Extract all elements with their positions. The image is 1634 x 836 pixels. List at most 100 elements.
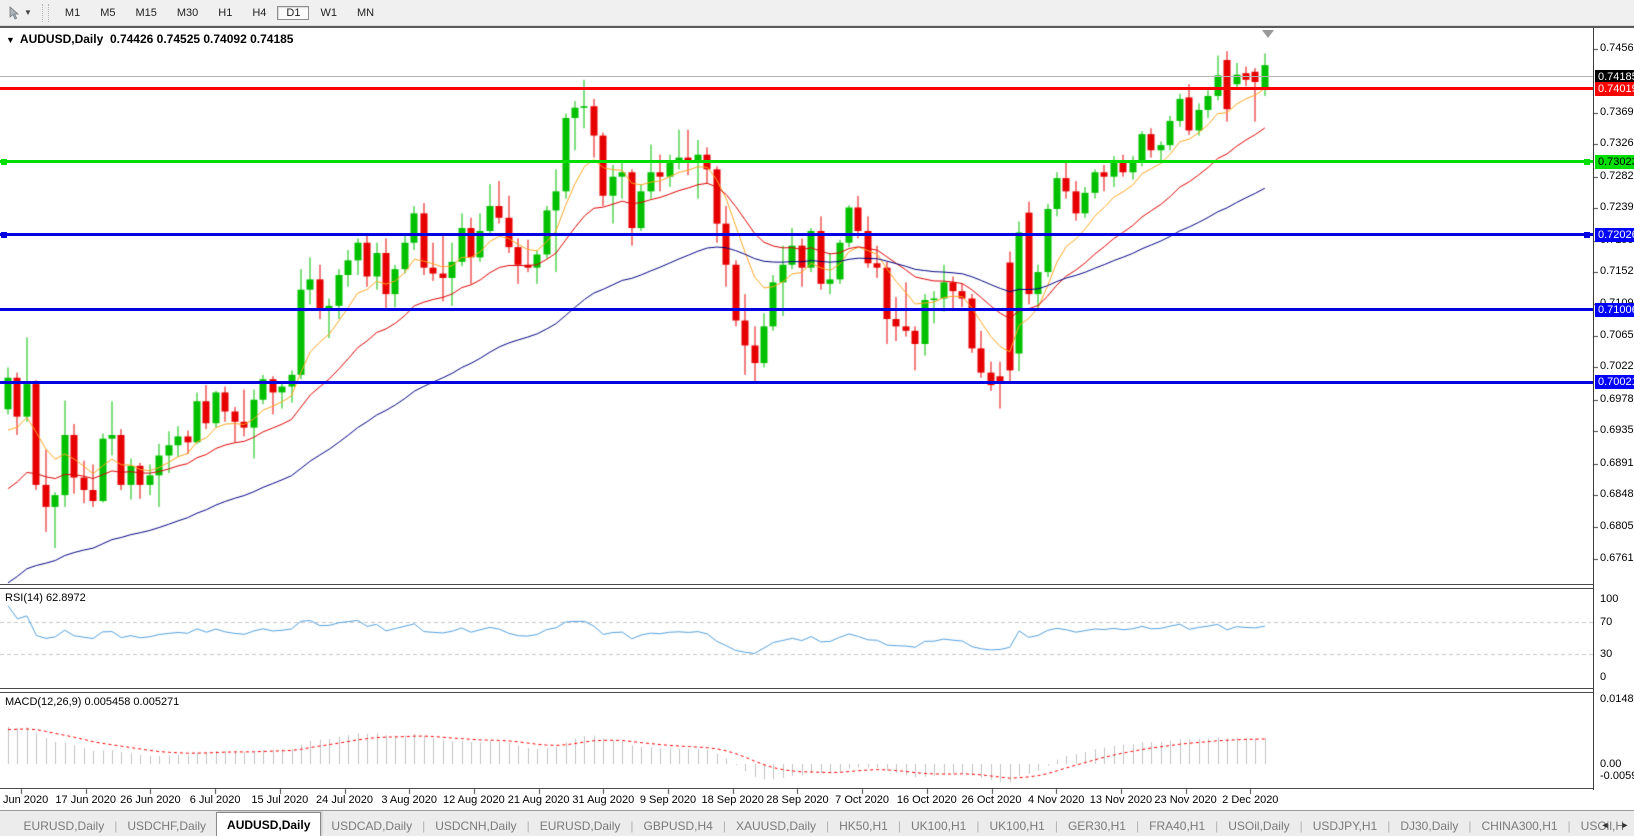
price-axis-label: 0.68910 — [1600, 457, 1634, 469]
chart-tab-usoil-daily-13[interactable]: USOil,Daily — [1218, 816, 1299, 836]
current-price-line-0.74185[interactable] — [0, 76, 1593, 77]
macd-indicator-label: MACD(12,26,9) 0.005458 0.005271 — [5, 696, 179, 708]
line-handle[interactable] — [1, 232, 7, 238]
timeframe-buttons: M1M5M15M30H1H4D1W1MN — [55, 3, 384, 23]
timeframe-button-m15[interactable]: M15 — [126, 6, 165, 20]
timeframe-button-d1[interactable]: D1 — [277, 6, 309, 20]
date-axis-label: 2 Dec 2020 — [1222, 794, 1278, 806]
date-axis-label: 16 Oct 2020 — [897, 794, 957, 806]
chart-tab-eurusd-daily-5[interactable]: EURUSD,Daily — [530, 816, 631, 836]
price-badge-0.71006: 0.71006 — [1595, 303, 1634, 317]
date-axis-label: 17 Jun 2020 — [55, 794, 116, 806]
price-axis-label: 0.71520 — [1600, 265, 1634, 277]
rsi-axis-label: 30 — [1600, 648, 1612, 660]
chart-tab-fra40-h1-12[interactable]: FRA40,H1 — [1139, 816, 1215, 836]
price-badge-0.72026: 0.72026 — [1595, 228, 1634, 242]
timeframe-button-m5[interactable]: M5 — [91, 6, 124, 20]
rsi-axis-label: 100 — [1600, 593, 1618, 605]
chart-tab-usdchf-daily-1[interactable]: USDCHF,Daily — [117, 816, 216, 836]
timeframe-button-h1[interactable]: H1 — [209, 6, 241, 20]
support-line-0.71006[interactable] — [0, 308, 1593, 311]
chart-tab-hk50-h1-8[interactable]: HK50,H1 — [829, 816, 898, 836]
support-line-0.72026[interactable] — [0, 233, 1593, 236]
line-handle[interactable] — [1584, 159, 1590, 165]
price-axis-label: 0.69350 — [1600, 424, 1634, 436]
macd-axis-label: 0.014861 — [1600, 693, 1634, 705]
date-axis-label: 26 Jun 2020 — [120, 794, 181, 806]
chart-tab-china300-h1-16[interactable]: CHINA300,H1 — [1472, 816, 1568, 836]
macd-axis-label: -0.00593 — [1600, 770, 1634, 782]
chart-tab-eurusd-daily-0[interactable]: EURUSD,Daily — [14, 816, 115, 836]
date-axis-label: 13 Nov 2020 — [1090, 794, 1152, 806]
cursor-tool-icon[interactable] — [4, 4, 24, 22]
toolbar-grip — [42, 4, 49, 22]
price-axis-label: 0.69780 — [1600, 393, 1634, 405]
cursor-tool-dropdown-icon[interactable]: ▼ — [24, 8, 32, 17]
price-badge-0.74019: 0.74019 — [1595, 82, 1634, 96]
rsi-indicator-label: RSI(14) 62.8972 — [5, 592, 86, 604]
date-axis-label: 7 Oct 2020 — [835, 794, 889, 806]
chart-tab-audusd-daily-2[interactable]: AUDUSD,Daily — [216, 812, 321, 836]
chart-shift-marker-icon[interactable] — [1262, 30, 1274, 38]
date-axis-label: 31 Aug 2020 — [572, 794, 634, 806]
price-axis-label: 0.70220 — [1600, 360, 1634, 372]
timeframe-button-w1[interactable]: W1 — [311, 6, 346, 20]
panel-splitter-macd[interactable] — [0, 688, 1593, 693]
chart-ohlc-values: 0.74426 0.74525 0.74092 0.74185 — [110, 32, 294, 46]
resistance-line-0.74019[interactable] — [0, 87, 1593, 90]
chart-tab-usdjpy-h1-14[interactable]: USDJPY,H1 — [1303, 816, 1387, 836]
date-axis-label: 3 Aug 2020 — [381, 794, 437, 806]
price-axis-label: 0.73690 — [1600, 106, 1634, 118]
chart-tab-usdcnh-daily-4[interactable]: USDCNH,Daily — [425, 816, 526, 836]
chart-tab-ger30-h1-11[interactable]: GER30,H1 — [1058, 816, 1136, 836]
timeframe-button-mn[interactable]: MN — [348, 6, 383, 20]
one-click-collapse-icon[interactable]: ▼ — [6, 35, 15, 45]
price-badge-0.70021: 0.70021 — [1595, 375, 1634, 389]
chart-symbol-label: AUDUSD,Daily — [20, 32, 103, 46]
timeframe-button-h4[interactable]: H4 — [243, 6, 275, 20]
tab-scroll-left-icon[interactable]: ◄ — [1598, 818, 1612, 832]
price-axis-label: 0.68050 — [1600, 520, 1634, 532]
chart-canvas[interactable] — [0, 28, 1634, 812]
date-axis-label: 9 Sep 2020 — [640, 794, 696, 806]
chart-tab-uk100-h1-9[interactable]: UK100,H1 — [901, 816, 976, 836]
chart-tab-gbpusd-h4-6[interactable]: GBPUSD,H4 — [634, 816, 723, 836]
timeframe-toolbar: ▼ M1M5M15M30H1H4D1W1MN — [0, 0, 1634, 26]
line-handle[interactable] — [1584, 232, 1590, 238]
price-axis-label: 0.68480 — [1600, 488, 1634, 500]
chart-tab-uk100-h1-10[interactable]: UK100,H1 — [979, 816, 1054, 836]
chart-region: ▼ AUDUSD,Daily 0.74426 0.74525 0.74092 0.… — [0, 26, 1634, 812]
date-axis-label: 21 Aug 2020 — [508, 794, 570, 806]
support-line-0.73023[interactable] — [0, 160, 1593, 163]
date-axis-label: 8 Jun 2020 — [0, 794, 48, 806]
chart-title-overlay: ▼ AUDUSD,Daily 0.74426 0.74525 0.74092 0.… — [6, 32, 293, 46]
price-axis-label: 0.72390 — [1600, 201, 1634, 213]
timeframe-button-m30[interactable]: M30 — [168, 6, 207, 20]
macd-panel-bottom-border — [0, 788, 1593, 789]
rsi-axis-label: 0 — [1600, 671, 1606, 683]
panel-splitter-rsi[interactable] — [0, 584, 1593, 589]
rsi-axis-label: 70 — [1600, 616, 1612, 628]
support-line-0.70021[interactable] — [0, 381, 1593, 384]
price-axis-label: 0.73260 — [1600, 137, 1634, 149]
price-axis-label: 0.72820 — [1600, 170, 1634, 182]
date-axis-label: 18 Sep 2020 — [701, 794, 763, 806]
chart-tab-xauusd-daily-7[interactable]: XAUUSD,Daily — [726, 816, 826, 836]
price-axis-label: 0.74560 — [1600, 42, 1634, 54]
date-axis-label: 26 Oct 2020 — [962, 794, 1022, 806]
date-axis-label: 24 Jul 2020 — [316, 794, 373, 806]
line-handle[interactable] — [1, 159, 7, 165]
tab-scroll-right-icon[interactable]: ► — [1618, 818, 1632, 832]
mt4-window: ▼ M1M5M15M30H1H4D1W1MN ▼ AUDUSD,Daily 0.7… — [0, 0, 1634, 836]
chart-tab-dj30-daily-15[interactable]: DJ30,Daily — [1390, 816, 1468, 836]
date-axis-label: 15 Jul 2020 — [251, 794, 308, 806]
price-badge-0.73023: 0.73023 — [1595, 155, 1634, 169]
price-axis-label: 0.70650 — [1600, 329, 1634, 341]
chart-tab-usdcad-daily-3[interactable]: USDCAD,Daily — [321, 816, 422, 836]
timeframe-button-m1[interactable]: M1 — [56, 6, 89, 20]
date-axis-label: 28 Sep 2020 — [766, 794, 828, 806]
date-axis-label: 6 Jul 2020 — [190, 794, 241, 806]
date-axis-label: 12 Aug 2020 — [443, 794, 505, 806]
date-axis-label: 4 Nov 2020 — [1028, 794, 1084, 806]
tab-scroll-buttons: ◄ ► — [1598, 818, 1632, 832]
